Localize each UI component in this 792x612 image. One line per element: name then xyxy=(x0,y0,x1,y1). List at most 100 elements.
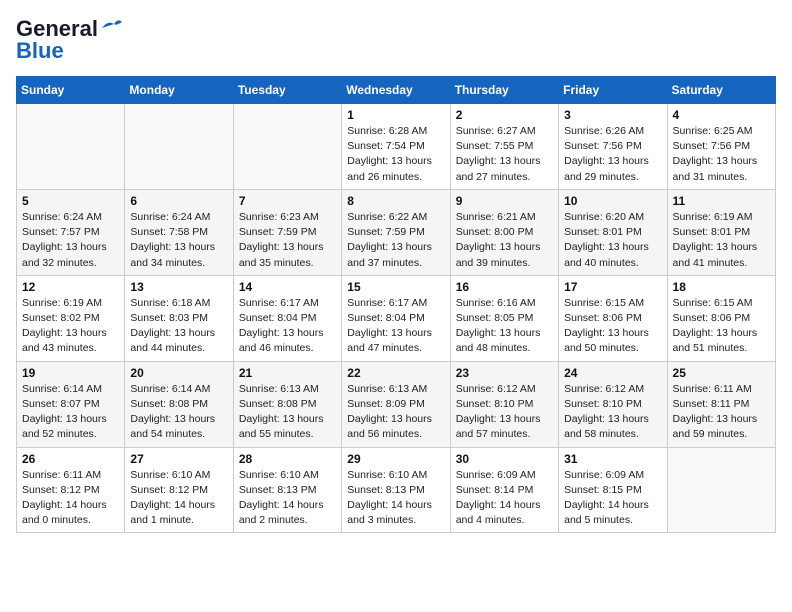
calendar-cell: 21 Sunrise: 6:13 AMSunset: 8:08 PMDayligh… xyxy=(233,361,341,447)
day-info: Sunrise: 6:16 AMSunset: 8:05 PMDaylight:… xyxy=(456,296,553,357)
calendar-header-row: SundayMondayTuesdayWednesdayThursdayFrid… xyxy=(17,77,776,104)
calendar-cell xyxy=(233,104,341,190)
day-info: Sunrise: 6:21 AMSunset: 8:00 PMDaylight:… xyxy=(456,210,553,271)
day-number: 1 xyxy=(347,108,444,122)
day-info: Sunrise: 6:27 AMSunset: 7:55 PMDaylight:… xyxy=(456,124,553,185)
calendar-week-row: 26 Sunrise: 6:11 AMSunset: 8:12 PMDayligh… xyxy=(17,447,776,533)
day-info: Sunrise: 6:12 AMSunset: 8:10 PMDaylight:… xyxy=(564,382,661,443)
day-info: Sunrise: 6:15 AMSunset: 8:06 PMDaylight:… xyxy=(564,296,661,357)
calendar-cell: 31 Sunrise: 6:09 AMSunset: 8:15 PMDayligh… xyxy=(559,447,667,533)
calendar-cell: 27 Sunrise: 6:10 AMSunset: 8:12 PMDayligh… xyxy=(125,447,233,533)
day-number: 11 xyxy=(673,194,770,208)
calendar-cell xyxy=(125,104,233,190)
calendar-cell: 3Sunrise: 6:26 AMSunset: 7:56 PMDaylight… xyxy=(559,104,667,190)
calendar-cell: 30Sunrise: 6:09 AMSunset: 8:14 PMDayligh… xyxy=(450,447,558,533)
calendar-cell: 4Sunrise: 6:25 AMSunset: 7:56 PMDaylight… xyxy=(667,104,775,190)
day-info: Sunrise: 6:26 AMSunset: 7:56 PMDaylight:… xyxy=(564,124,661,185)
day-info: Sunrise: 6:11 AMSunset: 8:12 PMDaylight:… xyxy=(22,468,119,529)
calendar-week-row: 19 Sunrise: 6:14 AMSunset: 8:07 PMDayligh… xyxy=(17,361,776,447)
day-info: Sunrise: 6:17 AMSunset: 8:04 PMDaylight:… xyxy=(347,296,444,357)
day-number: 4 xyxy=(673,108,770,122)
weekday-header: Tuesday xyxy=(233,77,341,104)
calendar-cell: 29 Sunrise: 6:10 AMSunset: 8:13 PMDayligh… xyxy=(342,447,450,533)
day-info: Sunrise: 6:24 AMSunset: 7:58 PMDaylight:… xyxy=(130,210,227,271)
logo-blue: Blue xyxy=(16,38,64,64)
calendar-cell: 28 Sunrise: 6:10 AMSunset: 8:13 PMDayligh… xyxy=(233,447,341,533)
calendar-cell: 7 Sunrise: 6:23 AMSunset: 7:59 PMDaylight… xyxy=(233,189,341,275)
weekday-header: Thursday xyxy=(450,77,558,104)
calendar-cell: 14 Sunrise: 6:17 AMSunset: 8:04 PMDayligh… xyxy=(233,275,341,361)
weekday-header: Friday xyxy=(559,77,667,104)
day-number: 13 xyxy=(130,280,227,294)
day-number: 25 xyxy=(673,366,770,380)
day-info: Sunrise: 6:19 AMSunset: 8:01 PMDaylight:… xyxy=(673,210,770,271)
calendar-cell: 20 Sunrise: 6:14 AMSunset: 8:08 PMDayligh… xyxy=(125,361,233,447)
calendar-cell: 16Sunrise: 6:16 AMSunset: 8:05 PMDayligh… xyxy=(450,275,558,361)
day-info: Sunrise: 6:10 AMSunset: 8:12 PMDaylight:… xyxy=(130,468,227,529)
day-info: Sunrise: 6:19 AMSunset: 8:02 PMDaylight:… xyxy=(22,296,119,357)
day-number: 15 xyxy=(347,280,444,294)
day-number: 9 xyxy=(456,194,553,208)
calendar-cell xyxy=(667,447,775,533)
day-info: Sunrise: 6:14 AMSunset: 8:07 PMDaylight:… xyxy=(22,382,119,443)
calendar-cell: 12 Sunrise: 6:19 AMSunset: 8:02 PMDayligh… xyxy=(17,275,125,361)
day-number: 18 xyxy=(673,280,770,294)
day-info: Sunrise: 6:23 AMSunset: 7:59 PMDaylight:… xyxy=(239,210,336,271)
calendar-cell: 2 Sunrise: 6:27 AMSunset: 7:55 PMDaylight… xyxy=(450,104,558,190)
day-info: Sunrise: 6:10 AMSunset: 8:13 PMDaylight:… xyxy=(347,468,444,529)
day-info: Sunrise: 6:10 AMSunset: 8:13 PMDaylight:… xyxy=(239,468,336,529)
day-info: Sunrise: 6:13 AMSunset: 8:09 PMDaylight:… xyxy=(347,382,444,443)
day-number: 14 xyxy=(239,280,336,294)
day-number: 8 xyxy=(347,194,444,208)
day-info: Sunrise: 6:28 AMSunset: 7:54 PMDaylight:… xyxy=(347,124,444,185)
day-number: 10 xyxy=(564,194,661,208)
weekday-header: Saturday xyxy=(667,77,775,104)
weekday-header: Wednesday xyxy=(342,77,450,104)
calendar-week-row: 5 Sunrise: 6:24 AMSunset: 7:57 PMDaylight… xyxy=(17,189,776,275)
day-number: 26 xyxy=(22,452,119,466)
day-info: Sunrise: 6:17 AMSunset: 8:04 PMDaylight:… xyxy=(239,296,336,357)
day-info: Sunrise: 6:24 AMSunset: 7:57 PMDaylight:… xyxy=(22,210,119,271)
calendar-cell: 6 Sunrise: 6:24 AMSunset: 7:58 PMDaylight… xyxy=(125,189,233,275)
day-number: 22 xyxy=(347,366,444,380)
day-number: 27 xyxy=(130,452,227,466)
day-info: Sunrise: 6:22 AMSunset: 7:59 PMDaylight:… xyxy=(347,210,444,271)
weekday-header: Monday xyxy=(125,77,233,104)
calendar-cell: 18 Sunrise: 6:15 AMSunset: 8:06 PMDayligh… xyxy=(667,275,775,361)
day-number: 6 xyxy=(130,194,227,208)
day-info: Sunrise: 6:09 AMSunset: 8:15 PMDaylight:… xyxy=(564,468,661,529)
day-info: Sunrise: 6:20 AMSunset: 8:01 PMDaylight:… xyxy=(564,210,661,271)
calendar-table: SundayMondayTuesdayWednesdayThursdayFrid… xyxy=(16,76,776,533)
day-number: 5 xyxy=(22,194,119,208)
calendar-cell: 25 Sunrise: 6:11 AMSunset: 8:11 PMDayligh… xyxy=(667,361,775,447)
day-info: Sunrise: 6:15 AMSunset: 8:06 PMDaylight:… xyxy=(673,296,770,357)
day-number: 21 xyxy=(239,366,336,380)
day-number: 24 xyxy=(564,366,661,380)
day-number: 17 xyxy=(564,280,661,294)
calendar-cell: 5 Sunrise: 6:24 AMSunset: 7:57 PMDaylight… xyxy=(17,189,125,275)
calendar-cell: 13 Sunrise: 6:18 AMSunset: 8:03 PMDayligh… xyxy=(125,275,233,361)
day-info: Sunrise: 6:18 AMSunset: 8:03 PMDaylight:… xyxy=(130,296,227,357)
calendar-week-row: 1 Sunrise: 6:28 AMSunset: 7:54 PMDaylight… xyxy=(17,104,776,190)
day-number: 29 xyxy=(347,452,444,466)
day-info: Sunrise: 6:14 AMSunset: 8:08 PMDaylight:… xyxy=(130,382,227,443)
calendar-cell xyxy=(17,104,125,190)
day-number: 30 xyxy=(456,452,553,466)
day-number: 28 xyxy=(239,452,336,466)
day-number: 20 xyxy=(130,366,227,380)
day-number: 7 xyxy=(239,194,336,208)
day-number: 31 xyxy=(564,452,661,466)
calendar-week-row: 12 Sunrise: 6:19 AMSunset: 8:02 PMDayligh… xyxy=(17,275,776,361)
day-info: Sunrise: 6:13 AMSunset: 8:08 PMDaylight:… xyxy=(239,382,336,443)
calendar-cell: 23Sunrise: 6:12 AMSunset: 8:10 PMDayligh… xyxy=(450,361,558,447)
day-number: 19 xyxy=(22,366,119,380)
logo: General Blue xyxy=(16,16,122,64)
day-number: 12 xyxy=(22,280,119,294)
day-number: 2 xyxy=(456,108,553,122)
day-info: Sunrise: 6:11 AMSunset: 8:11 PMDaylight:… xyxy=(673,382,770,443)
calendar-cell: 8 Sunrise: 6:22 AMSunset: 7:59 PMDaylight… xyxy=(342,189,450,275)
calendar-cell: 19 Sunrise: 6:14 AMSunset: 8:07 PMDayligh… xyxy=(17,361,125,447)
logo-bird-icon xyxy=(100,18,122,36)
calendar-cell: 15 Sunrise: 6:17 AMSunset: 8:04 PMDayligh… xyxy=(342,275,450,361)
day-number: 23 xyxy=(456,366,553,380)
